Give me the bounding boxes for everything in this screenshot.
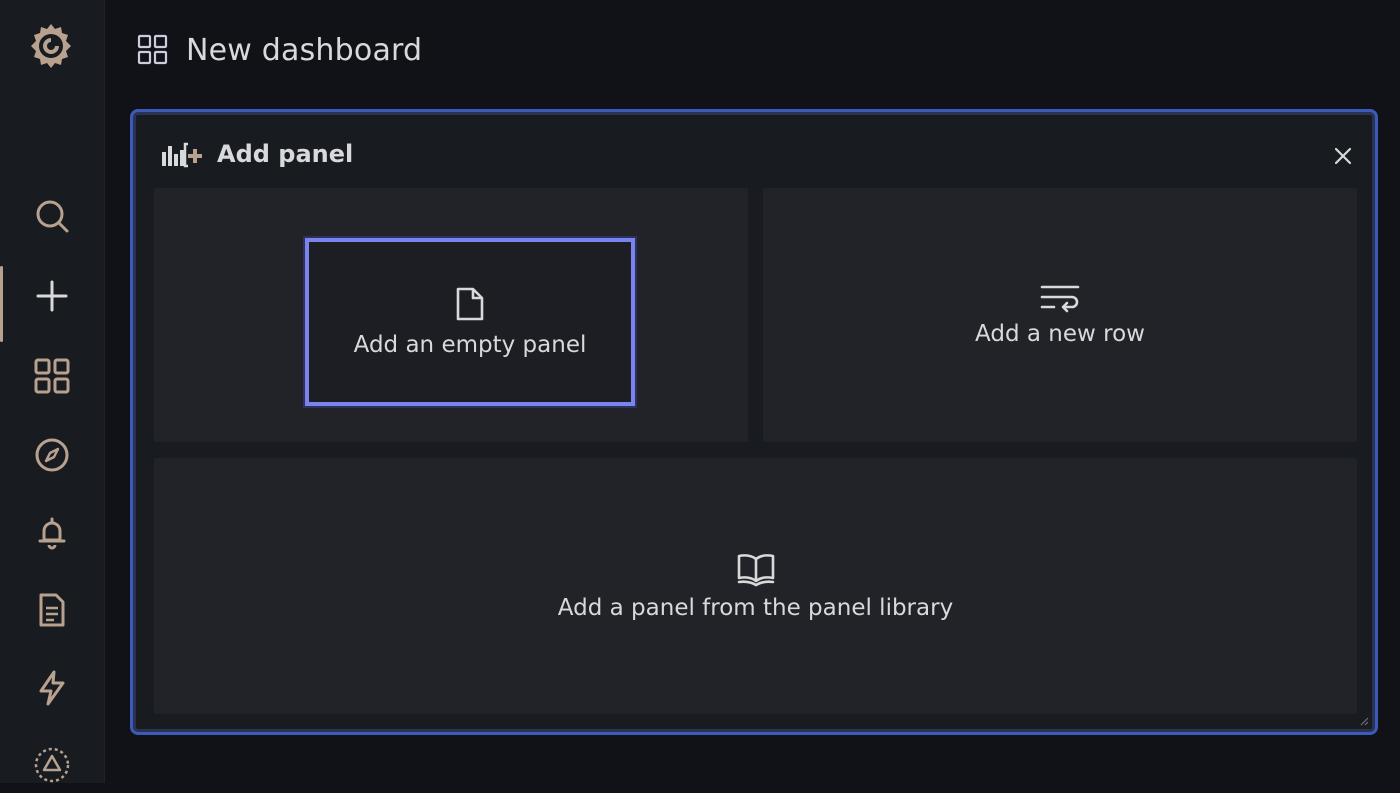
lightning-icon [39,670,65,706]
page-header: New dashboard [136,28,422,72]
nav-dashboards[interactable] [0,346,104,406]
nav-plugins[interactable] [0,658,104,718]
nav-search[interactable] [0,186,104,246]
close-button[interactable] [1329,142,1357,170]
grafana-logo-icon [31,24,71,68]
add-panel-icon [162,142,202,168]
add-empty-panel-label: Add an empty panel [353,332,587,358]
bell-icon [38,517,66,550]
nav-explore[interactable] [0,425,104,485]
nav-create[interactable] [0,266,104,342]
file-icon [456,287,484,321]
avatar-icon [34,747,70,783]
apps-grid-icon [34,358,70,394]
add-library-panel-button[interactable]: Add a panel from the panel library [154,458,1357,714]
document-icon [39,593,65,627]
add-empty-panel-button[interactable]: Add an empty panel [305,238,635,406]
dashboard-grid-icon [136,33,170,67]
nav-alerting[interactable] [0,503,104,563]
search-icon [36,200,69,233]
add-empty-panel-card[interactable]: Add an empty panel [154,188,748,442]
sidebar [0,0,105,783]
nav-reports[interactable] [0,580,104,640]
resize-handle-icon[interactable] [1359,716,1369,726]
grafana-logo[interactable] [24,20,78,74]
page-title: New dashboard [186,32,423,68]
wrap-text-icon [1040,285,1080,313]
panel-title: Add panel [217,140,354,168]
book-open-icon [737,554,774,587]
close-icon [1334,147,1352,165]
add-new-row-label: Add a new row [975,321,1145,347]
nav-profile[interactable] [0,733,104,793]
plus-icon [36,280,68,312]
panel-header: Add panel [161,140,353,168]
add-panel-widget: Add panel Add an empty panel Add a new r… [130,109,1378,735]
compass-icon [35,438,69,472]
add-library-panel-label: Add a panel from the panel library [557,595,954,621]
add-new-row-button[interactable]: Add a new row [763,188,1357,442]
